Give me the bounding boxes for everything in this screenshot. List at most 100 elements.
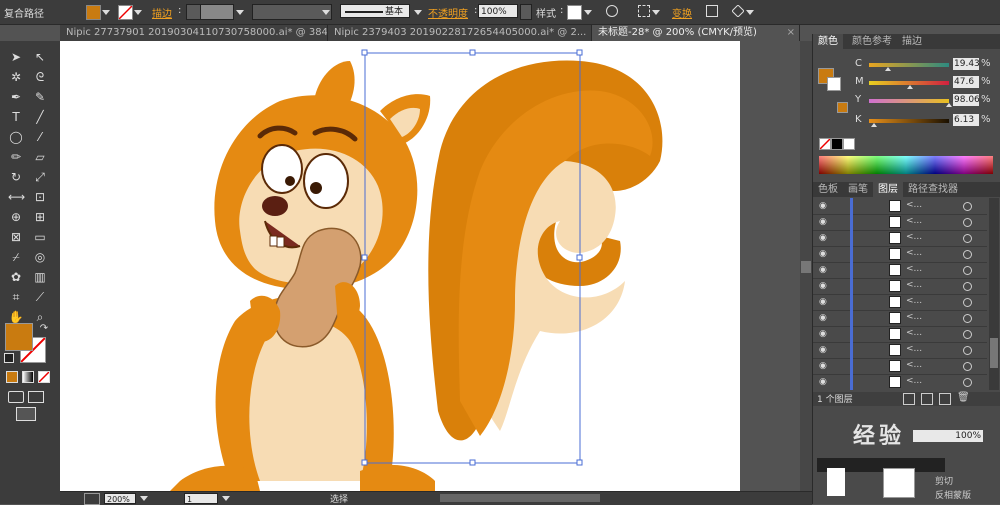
brush-definition[interactable]: 基本 xyxy=(340,4,410,18)
cyan-slider[interactable] xyxy=(869,63,949,67)
mesh-tool-icon[interactable]: ⊠ xyxy=(8,229,24,245)
yellow-slider-knob[interactable] xyxy=(946,103,952,107)
ellipse-tool-icon[interactable]: ◯ xyxy=(8,129,24,145)
paintbrush-tool-icon[interactable]: ⁄ xyxy=(32,129,48,145)
graphic-style-swatch[interactable] xyxy=(567,5,582,20)
target-circle-icon[interactable] xyxy=(963,346,972,355)
mask-thumbnail[interactable] xyxy=(827,468,845,496)
target-circle-icon[interactable] xyxy=(963,218,972,227)
swap-fill-stroke-icon[interactable]: ↷ xyxy=(36,321,52,337)
layers-scroll-thumb[interactable] xyxy=(990,338,998,368)
none-color-swatch[interactable] xyxy=(819,138,831,150)
black-slider[interactable] xyxy=(869,119,949,123)
layers-scrollbar[interactable] xyxy=(989,198,999,390)
cyan-input[interactable]: 19.43 xyxy=(953,58,980,70)
symbol-sprayer-tool-icon[interactable]: ✿ xyxy=(8,269,24,285)
magenta-slider-knob[interactable] xyxy=(907,85,913,89)
layer-row[interactable]: ◉ <... xyxy=(813,294,987,311)
scale-tool-icon[interactable]: ⤢ xyxy=(32,169,48,185)
layer-row[interactable]: ◉ <... xyxy=(813,198,987,215)
artboard-nav-icon[interactable] xyxy=(84,493,100,505)
opacity-input[interactable]: 100% xyxy=(478,4,518,18)
magenta-input[interactable]: 47.6 xyxy=(953,76,979,88)
vertical-scrollbar[interactable] xyxy=(800,41,812,491)
target-circle-icon[interactable] xyxy=(963,266,972,275)
shape-builder-tool-icon[interactable]: ⊕ xyxy=(8,209,24,225)
target-circle-icon[interactable] xyxy=(963,250,972,259)
vertical-scroll-thumb[interactable] xyxy=(801,261,811,273)
target-circle-icon[interactable] xyxy=(963,330,972,339)
color-spectrum[interactable] xyxy=(819,156,993,174)
lasso-tool-icon[interactable]: ᘓ xyxy=(32,69,48,85)
direct-selection-tool-icon[interactable]: ↖ xyxy=(32,49,48,65)
page-input[interactable]: 1 xyxy=(184,493,218,504)
mask-slot[interactable] xyxy=(883,468,915,498)
tab-layers[interactable]: 图层 xyxy=(873,182,903,197)
zoom-dropdown-icon[interactable] xyxy=(140,496,148,501)
stroke-dropdown-icon[interactable] xyxy=(134,10,142,15)
magic-wand-tool-icon[interactable]: ✲ xyxy=(8,69,24,85)
tab-stroke[interactable]: 描边 xyxy=(897,34,927,49)
perspective-grid-tool-icon[interactable]: ⊞ xyxy=(32,209,48,225)
gradient-tool-icon[interactable]: ▭ xyxy=(32,229,48,245)
visibility-eye-icon[interactable]: ◉ xyxy=(819,217,827,227)
visibility-eye-icon[interactable]: ◉ xyxy=(819,201,827,211)
selection-tool-icon[interactable]: ➤ xyxy=(8,49,24,65)
fill-color-box[interactable] xyxy=(5,323,33,351)
tab-pathfinder[interactable]: 路径查找器 xyxy=(903,182,963,197)
tab-document-1[interactable]: Nipic 27737901 20190304110730758000.ai* … xyxy=(60,25,328,41)
layer-row[interactable]: ◉ <... xyxy=(813,278,987,295)
pencil-tool-icon[interactable]: ✏ xyxy=(8,149,24,165)
opacity-dropdown-icon[interactable] xyxy=(520,4,532,20)
yellow-slider[interactable] xyxy=(869,99,949,103)
black-color-swatch[interactable] xyxy=(831,138,843,150)
layer-row[interactable]: ◉ <... xyxy=(813,310,987,327)
artboard-tool-icon[interactable]: ⌗ xyxy=(8,289,24,305)
squirrel-illustration[interactable] xyxy=(60,41,740,491)
new-sublayer-icon[interactable] xyxy=(921,393,933,405)
pen-tool-icon[interactable]: ✒ xyxy=(8,89,24,105)
blend-tool-icon[interactable]: ◎ xyxy=(32,249,48,265)
stroke-label[interactable]: 描边 xyxy=(152,5,172,20)
slice-tool-icon[interactable]: ⟋ xyxy=(32,289,48,305)
target-circle-icon[interactable] xyxy=(963,362,972,371)
draw-mode-icon[interactable] xyxy=(8,391,24,403)
transparency-opacity-input[interactable]: 100% xyxy=(913,430,983,442)
black-slider-knob[interactable] xyxy=(871,123,877,127)
visibility-eye-icon[interactable]: ◉ xyxy=(819,233,827,243)
layer-row[interactable]: ◉ <... xyxy=(813,230,987,247)
stroke-swatch[interactable] xyxy=(118,5,133,20)
fill-dropdown-icon[interactable] xyxy=(102,10,110,15)
invert-mask-option[interactable]: 反相蒙版 xyxy=(935,488,971,501)
rotate-tool-icon[interactable]: ↻ xyxy=(8,169,24,185)
black-input[interactable]: 6.13 xyxy=(953,114,979,126)
target-circle-icon[interactable] xyxy=(963,314,972,323)
column-graph-tool-icon[interactable]: ▥ xyxy=(32,269,48,285)
stroke-weight-input[interactable] xyxy=(200,4,234,20)
yellow-input[interactable]: 98.06 xyxy=(953,94,980,106)
make-clipping-mask-icon[interactable] xyxy=(903,393,915,405)
isolate-icon[interactable] xyxy=(731,4,745,18)
color-mode-icon[interactable] xyxy=(6,371,18,383)
type-tool-icon[interactable]: T xyxy=(8,109,24,125)
new-layer-icon[interactable] xyxy=(939,393,951,405)
gradient-mode-icon[interactable] xyxy=(22,371,34,383)
transform-link[interactable]: 变换 xyxy=(672,5,692,20)
zoom-input[interactable]: 200% xyxy=(104,493,136,504)
visibility-eye-icon[interactable]: ◉ xyxy=(819,313,827,323)
target-circle-icon[interactable] xyxy=(963,282,972,291)
transform-icon[interactable] xyxy=(706,5,718,17)
curvature-tool-icon[interactable]: ✎ xyxy=(32,89,48,105)
visibility-eye-icon[interactable]: ◉ xyxy=(819,329,827,339)
eraser-tool-icon[interactable]: ▱ xyxy=(32,149,48,165)
delete-layer-icon[interactable]: 🗑 xyxy=(957,392,970,403)
brush-dropdown-icon[interactable] xyxy=(414,10,422,15)
target-circle-icon[interactable] xyxy=(963,234,972,243)
recolor-artwork-icon[interactable] xyxy=(606,5,618,17)
layer-row[interactable]: ◉ <... xyxy=(813,214,987,231)
layer-row[interactable]: ◉ <... xyxy=(813,262,987,279)
cyan-slider-knob[interactable] xyxy=(885,67,891,71)
none-mode-icon[interactable] xyxy=(38,371,50,383)
clip-option[interactable]: 剪切 xyxy=(935,474,953,487)
line-tool-icon[interactable]: ╱ xyxy=(32,109,48,125)
